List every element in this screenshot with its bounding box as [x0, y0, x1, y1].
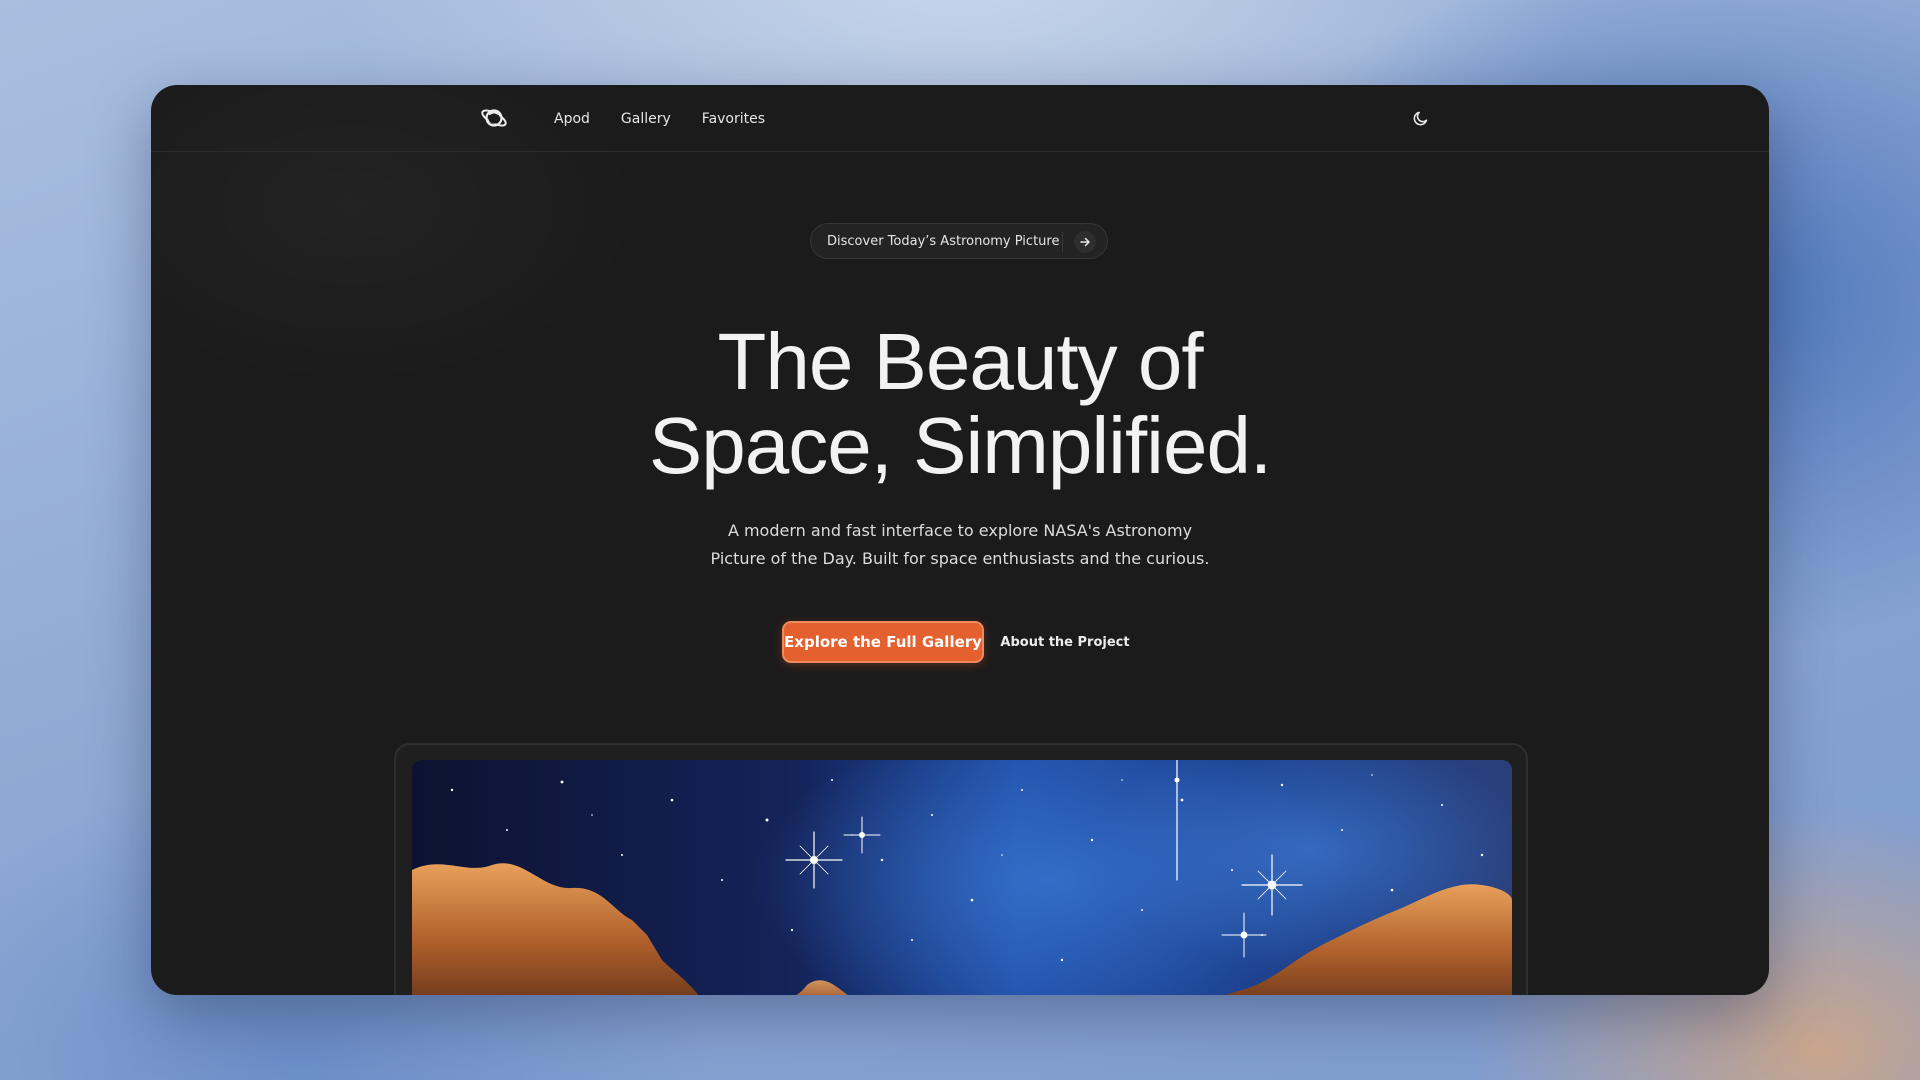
hero-title-line-2: Space, Simplified. [648, 401, 1272, 490]
announcement-pill[interactable]: Discover Today’s Astronomy Picture [810, 223, 1108, 259]
planet-icon[interactable] [480, 105, 508, 131]
apod-preview-image[interactable] [412, 760, 1512, 995]
announcement-text: Discover Today’s Astronomy Picture [827, 233, 1060, 249]
hero-subtitle: A modern and fast interface to explore N… [151, 517, 1769, 573]
nav-link-apod[interactable]: Apod [554, 111, 590, 127]
hero-subtitle-line-1: A modern and fast interface to explore N… [727, 521, 1193, 540]
preview-frame [394, 743, 1528, 995]
navbar: Apod Gallery Favorites [151, 85, 1769, 152]
nav-links: Apod Gallery Favorites [554, 85, 765, 152]
announcement-divider [1062, 232, 1063, 252]
nav-link-favorites[interactable]: Favorites [702, 111, 765, 127]
explore-gallery-button[interactable]: Explore the Full Gallery [782, 621, 984, 663]
app-window: Apod Gallery Favorites Discover Today’s … [151, 85, 1769, 995]
hero-title: The Beauty of Space, Simplified. [151, 320, 1769, 488]
hero-title-line-1: The Beauty of [717, 317, 1203, 406]
arrow-right-icon [1074, 231, 1096, 253]
nav-link-gallery[interactable]: Gallery [621, 111, 671, 127]
moon-icon[interactable] [1412, 109, 1430, 127]
hero-subtitle-line-2: Picture of the Day. Built for space enth… [710, 549, 1210, 568]
about-project-link[interactable]: About the Project [1000, 621, 1130, 663]
